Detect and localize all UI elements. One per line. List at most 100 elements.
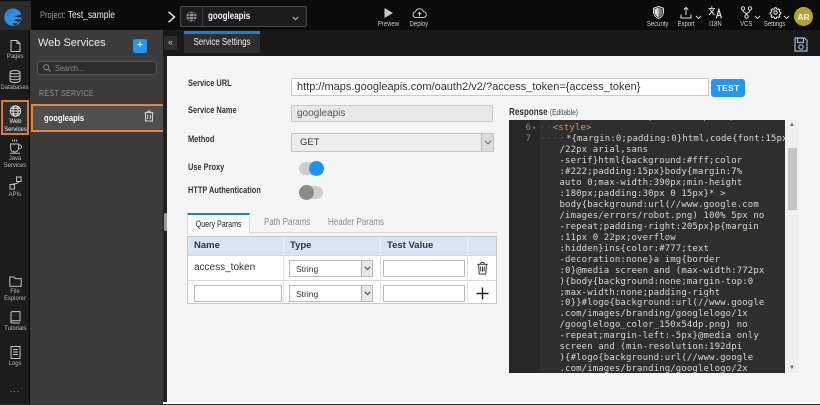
code-wrapped-row: :0}@media screen and (max-width:772px <box>509 266 785 277</box>
code-text: ;max-width:none;padding-right <box>560 288 721 299</box>
method-select[interactable]: GET <box>291 133 494 152</box>
column-header-actions <box>468 237 496 255</box>
use-proxy-toggle[interactable] <box>299 162 323 175</box>
preview-button[interactable]: Preview <box>371 5 405 28</box>
gear-icon <box>769 5 782 19</box>
more-dots-icon: ... <box>10 384 21 394</box>
code-wrapped-row: :#222;padding:15px}body{margin:7% <box>509 167 785 178</box>
page-icon <box>10 40 21 52</box>
code-wrapped-row: -repeat;margin-left:-5px}@media only <box>509 331 785 342</box>
i18n-button[interactable]: I18N <box>698 5 732 28</box>
toggle-knob <box>309 161 324 176</box>
scrollbar-thumb[interactable] <box>788 148 797 210</box>
editor-scrollbar[interactable]: ▲ ▼ <box>786 120 799 373</box>
column-header-type: Type <box>284 237 381 255</box>
project-name: Test_sample <box>68 10 115 21</box>
table-cell-test-value <box>381 256 468 280</box>
delete-row-icon[interactable] <box>468 256 496 280</box>
method-select-value: GET <box>292 137 481 148</box>
response-code-editor[interactable]: ··<title>Error 404 (Not Found)!!1</title… <box>509 120 785 373</box>
service-list-item-googleapis[interactable]: googleapis <box>31 104 166 132</box>
translate-icon-svg <box>708 6 723 19</box>
plus-icon-svg <box>476 287 489 300</box>
project-prefix-label: Project: <box>40 10 66 20</box>
query-params-table: Name Type Test Value access_token String <box>187 236 497 304</box>
code-wrapped-row: ;max-width:none;padding-right <box>509 288 785 299</box>
tab-query-params[interactable]: Query Params <box>187 213 250 233</box>
tab-service-settings[interactable]: Service Settings <box>184 31 260 53</box>
sidebar-item-databases[interactable]: Databases <box>0 70 30 91</box>
service-url-label: Service URL <box>188 78 232 89</box>
search-box[interactable]: Search... <box>37 61 157 75</box>
sidebar-item-logs[interactable]: Logs <box>0 346 30 367</box>
new-param-name-input[interactable] <box>194 285 282 302</box>
sidebar-more-button[interactable]: ... <box>0 384 30 394</box>
param-type-value: String <box>290 261 361 276</box>
code-text: /googlelogo_color_150x54dp.png) no <box>560 320 748 331</box>
code-wrapped-row: /22px arial,sans <box>509 145 785 156</box>
scroll-up-arrow[interactable]: ▲ <box>786 122 798 128</box>
add-service-button[interactable]: + <box>133 39 147 53</box>
test-button[interactable]: TEST <box>711 79 745 97</box>
toolbar-action-label: Preview <box>377 21 398 28</box>
breadcrumb-chevron-icon <box>167 11 176 23</box>
cloud-upload-icon <box>412 5 427 19</box>
sidebar-item-apis[interactable]: APIs <box>0 176 30 198</box>
param-test-value-input[interactable] <box>383 260 465 277</box>
sidebar-item-java-services[interactable]: Java Services <box>0 139 30 170</box>
new-param-type-select[interactable]: String <box>289 285 373 302</box>
code-text: :0}@media screen and (max-width:772px <box>560 266 765 277</box>
chevron-down-icon <box>361 286 372 301</box>
delete-service-icon[interactable] <box>144 109 154 127</box>
user-avatar[interactable]: AR <box>794 7 813 26</box>
param-type-select[interactable]: String <box>289 260 373 277</box>
export-icon-svg <box>680 6 692 19</box>
code-text: :hidden}ins{color:#777;text <box>560 244 710 255</box>
sidebar-item-file-explorer[interactable]: File Explorer <box>0 276 30 303</box>
service-selector-dropdown[interactable]: googleapis <box>180 6 307 27</box>
panel-resize-handle[interactable] <box>164 213 167 231</box>
chevron-down-icon-svg <box>364 266 371 271</box>
code-line: 7····*{margin:0;padding:0}html,code{font… <box>509 134 785 145</box>
table-row: access_token String <box>188 255 496 280</box>
service-url-input[interactable] <box>291 78 709 96</box>
chevron-down-icon <box>361 261 372 276</box>
service-name-input[interactable] <box>291 105 493 122</box>
table-header-row: Name Type Test Value <box>188 237 496 255</box>
scroll-down-arrow[interactable]: ▼ <box>786 365 798 371</box>
tab-path-params[interactable]: Path Params <box>264 217 310 228</box>
tab-header-params[interactable]: Header Params <box>328 217 384 228</box>
chevron-down-icon-svg <box>292 16 299 21</box>
code-text: .com/images/branding/googlelogo/2x <box>560 364 748 373</box>
folder-icon <box>9 276 22 287</box>
fold-arrow-icon[interactable]: ▾ <box>532 123 536 134</box>
sidebar-item-pages[interactable]: Pages <box>0 40 30 60</box>
sidebar-item-label: Tutorials <box>4 325 26 332</box>
coffee-cup-icon <box>9 139 22 154</box>
globe-icon <box>9 105 22 117</box>
code-lines: ··<title>Error 404 (Not Found)!!1</title… <box>509 120 785 373</box>
sidebar-item-label: APIs <box>9 191 21 198</box>
toolbar-action-label: Security <box>647 21 669 28</box>
code-text: ){body{background:none;margin-top:0 <box>560 277 754 288</box>
settings-chevron-icon <box>783 15 790 20</box>
app-logo[interactable] <box>0 1 31 30</box>
book-icon <box>10 311 21 324</box>
shield-icon-svg <box>653 6 664 19</box>
new-param-test-value-input[interactable] <box>383 285 465 302</box>
code-wrapped-row: /googlelogo_color_150x54dp.png) no <box>509 320 785 331</box>
section-label-rest-service: REST SERVICE <box>39 88 94 98</box>
add-row-icon[interactable] <box>468 281 496 305</box>
code-text: -repeat;padding-right:205px}p{margin <box>560 222 759 233</box>
project-label: Project: Test_sample <box>40 0 115 30</box>
sidebar-item-tutorials[interactable]: Tutorials <box>0 311 30 332</box>
sidebar-item-web-services[interactable]: Web Services <box>1 100 29 135</box>
response-title: Response <box>509 106 548 118</box>
service-selector-value: googleapis <box>208 11 275 22</box>
save-button[interactable] <box>794 37 808 52</box>
deploy-button[interactable]: Deploy <box>402 5 436 28</box>
table-cell-type: String <box>284 281 381 305</box>
chevron-down-icon-svg <box>364 291 371 296</box>
http-auth-toggle[interactable] <box>299 186 323 199</box>
collapse-panel-button[interactable]: « <box>164 36 177 50</box>
